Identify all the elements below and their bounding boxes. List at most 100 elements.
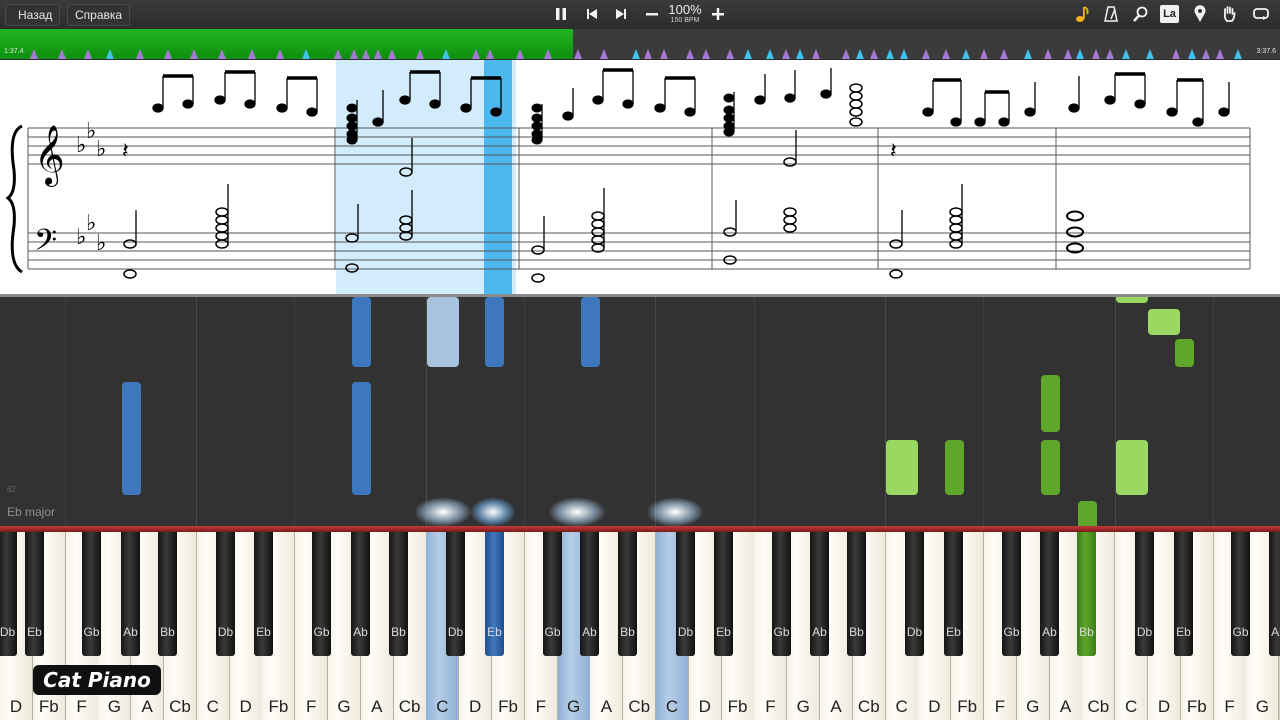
skip-back-icon[interactable] bbox=[581, 4, 603, 24]
white-key-label: F bbox=[1224, 697, 1235, 716]
timeline-marker bbox=[486, 49, 494, 59]
black-key[interactable]: Ab bbox=[810, 532, 829, 656]
timeline-marker bbox=[962, 49, 970, 59]
note-icon[interactable] bbox=[1071, 4, 1093, 24]
black-key[interactable]: Db bbox=[905, 532, 924, 656]
la-button[interactable]: La bbox=[1160, 5, 1179, 23]
falling-note bbox=[886, 440, 918, 495]
black-key[interactable]: Ab bbox=[1269, 532, 1280, 656]
score-notation: 𝄞 𝄢 ♭♭♭ ♭♭♭ 𝄽 𝄽 bbox=[5, 60, 1251, 294]
white-key-label: Fb bbox=[498, 697, 518, 716]
timeline-marker bbox=[702, 49, 710, 59]
timeline-marker bbox=[218, 49, 226, 59]
black-key[interactable]: Db bbox=[446, 532, 465, 656]
falling-note bbox=[1116, 440, 1148, 495]
black-key[interactable]: Db bbox=[216, 532, 235, 656]
black-key[interactable]: Bb bbox=[158, 532, 177, 656]
timeline-marker bbox=[442, 49, 450, 59]
pause-icon[interactable] bbox=[550, 4, 572, 24]
black-key[interactable]: Ab bbox=[121, 532, 140, 656]
falling-note bbox=[1078, 501, 1097, 526]
black-key-label: Eb bbox=[487, 625, 502, 639]
brace-icon bbox=[5, 124, 23, 274]
black-key-label: Gb bbox=[1232, 625, 1249, 639]
timeline-marker bbox=[922, 49, 930, 59]
white-key-label: Fb bbox=[38, 697, 59, 716]
timeline-marker bbox=[726, 49, 734, 59]
white-key-label: A bbox=[1059, 697, 1072, 716]
metronome-icon[interactable] bbox=[1100, 4, 1122, 24]
white-key-label: F bbox=[535, 697, 546, 716]
black-key-label: Db bbox=[677, 625, 694, 639]
black-key-label: Db bbox=[217, 625, 234, 639]
black-key[interactable]: Eb bbox=[944, 532, 963, 656]
timeline-marker bbox=[1234, 49, 1242, 59]
black-key[interactable]: Gb bbox=[1231, 532, 1250, 656]
black-key[interactable]: Db bbox=[1135, 532, 1154, 656]
timeline-marker bbox=[1188, 49, 1196, 59]
falling-note bbox=[1041, 375, 1060, 432]
toolbar: Назад Справка 100% 150 BPM La bbox=[0, 0, 1280, 30]
svg-text:♭: ♭ bbox=[76, 133, 86, 158]
pin-icon[interactable] bbox=[1189, 4, 1211, 24]
timeline-marker bbox=[276, 49, 284, 59]
black-key[interactable]: Bb bbox=[389, 532, 408, 656]
black-key[interactable]: Gb bbox=[543, 532, 562, 656]
falling-note bbox=[122, 382, 141, 495]
black-key[interactable]: Db bbox=[0, 532, 17, 656]
black-key-label: Bb bbox=[160, 625, 175, 639]
black-key[interactable]: Ab bbox=[351, 532, 370, 656]
timeline-marker bbox=[796, 49, 804, 59]
skip-forward-icon[interactable] bbox=[610, 4, 632, 24]
timeline-marker bbox=[388, 49, 396, 59]
black-key[interactable]: Bb bbox=[618, 532, 637, 656]
piano-keyboard[interactable]: D Fb F G A Cb C D Fb F G A Cb C D Fb F G A Cb C D Fb F G A Cb C D Fb F… bbox=[0, 526, 1280, 720]
black-key-label: Ab bbox=[582, 625, 597, 639]
black-key[interactable]: Bb bbox=[847, 532, 866, 656]
help-label: Справка bbox=[75, 8, 123, 22]
black-key[interactable]: Gb bbox=[772, 532, 791, 656]
black-key[interactable]: Ab bbox=[1040, 532, 1059, 656]
falling-note bbox=[485, 297, 504, 367]
black-key[interactable]: Gb bbox=[312, 532, 331, 656]
black-key[interactable]: Gb bbox=[1002, 532, 1021, 656]
back-button[interactable]: Назад bbox=[5, 4, 61, 26]
timeline-marker bbox=[350, 49, 358, 59]
black-key[interactable]: Eb bbox=[485, 532, 504, 656]
white-key-label: D bbox=[9, 697, 23, 716]
black-key[interactable]: Eb bbox=[25, 532, 44, 656]
timeline-marker bbox=[686, 49, 694, 59]
white-key-label: Fb bbox=[727, 697, 748, 716]
timeline-marker bbox=[58, 49, 66, 59]
black-key[interactable]: Eb bbox=[254, 532, 273, 656]
timeline-marker bbox=[812, 49, 820, 59]
black-key[interactable]: Gb bbox=[82, 532, 101, 656]
white-key-label: A bbox=[600, 697, 613, 716]
white-key-label: A bbox=[830, 697, 842, 716]
white-key-label: D bbox=[469, 697, 482, 716]
black-key[interactable]: Bb bbox=[1077, 532, 1096, 656]
white-key-label: Cb bbox=[857, 697, 880, 716]
magnifier-icon[interactable] bbox=[1129, 4, 1151, 24]
minus-icon[interactable] bbox=[641, 4, 663, 24]
hand-icon[interactable] bbox=[1218, 4, 1240, 24]
white-key-label: G bbox=[566, 697, 581, 716]
black-key[interactable]: Eb bbox=[714, 532, 733, 656]
help-button[interactable]: Справка bbox=[67, 4, 131, 26]
white-key-label: G bbox=[1255, 697, 1269, 716]
timeline-marker bbox=[362, 49, 370, 59]
song-timeline[interactable]: 1:37.4 3:37.6 bbox=[0, 29, 1280, 59]
black-key[interactable]: Db bbox=[676, 532, 695, 656]
tempo-bpm: 150 BPM bbox=[670, 17, 700, 24]
black-key-label: Db bbox=[906, 625, 923, 639]
black-key[interactable]: Ab bbox=[580, 532, 599, 656]
black-key[interactable]: Eb bbox=[1174, 532, 1193, 656]
plus-icon[interactable] bbox=[707, 4, 729, 24]
black-key-label: Eb bbox=[27, 625, 42, 639]
white-key-label: Cb bbox=[398, 697, 421, 716]
loop-icon[interactable] bbox=[1250, 4, 1272, 24]
white-key-label: D bbox=[698, 697, 711, 716]
svg-text:♭: ♭ bbox=[96, 137, 106, 162]
svg-text:♭: ♭ bbox=[96, 231, 106, 256]
timeline-marker bbox=[416, 49, 424, 59]
